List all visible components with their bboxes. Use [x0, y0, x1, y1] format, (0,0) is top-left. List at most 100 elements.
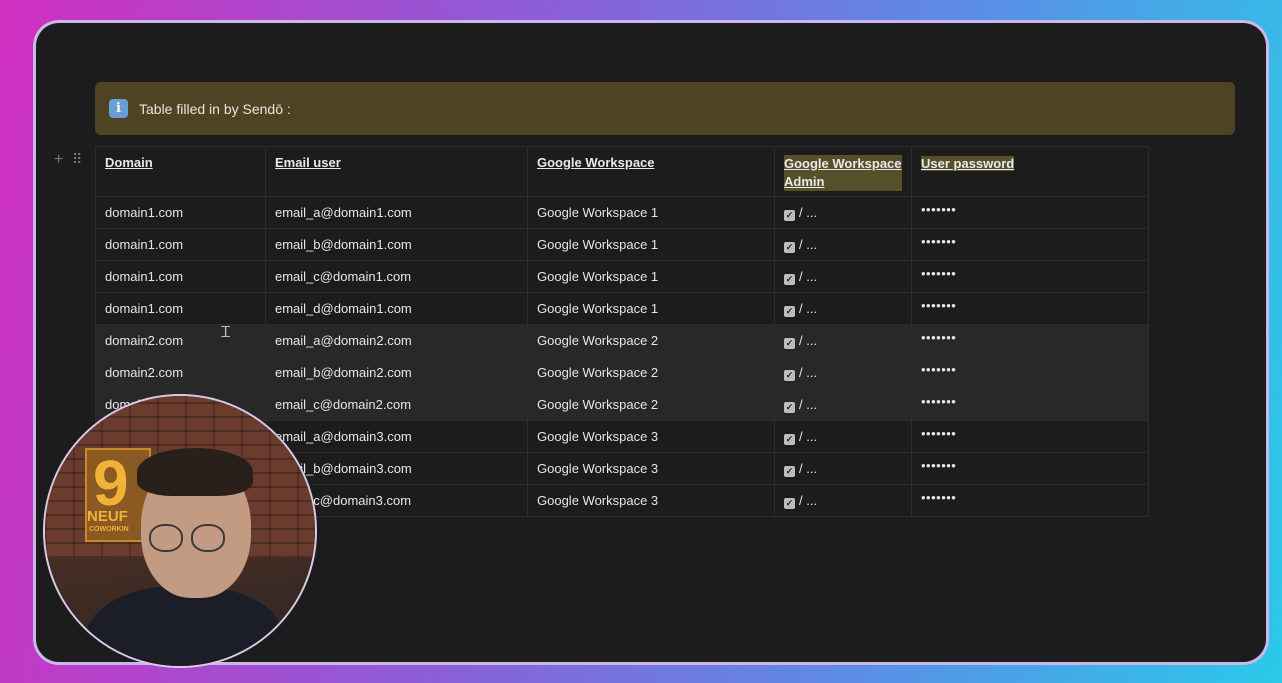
- cell-google-workspace-value: Google Workspace 2: [537, 333, 659, 348]
- cell-email-user[interactable]: email_c@domain1.com: [265, 260, 528, 293]
- cell-google-workspace[interactable]: Google Workspace 3: [527, 420, 775, 453]
- cell-domain-value: domain1.com: [105, 301, 184, 316]
- cell-workspace-admin[interactable]: ✓ / ...: [774, 452, 912, 485]
- cell-user-password[interactable]: •••••••: [911, 292, 1149, 325]
- cell-email-user-value: email_a@domain1.com: [275, 205, 412, 220]
- cell-workspace-admin-value: / ...: [799, 364, 818, 380]
- cell-user-password[interactable]: •••••••: [911, 356, 1149, 389]
- cell-user-password[interactable]: •••••••: [911, 324, 1149, 357]
- cell-user-password[interactable]: •••••••: [911, 228, 1149, 261]
- cell-workspace-admin-value: / ...: [799, 268, 818, 284]
- cell-workspace-admin-value: / ...: [799, 492, 818, 508]
- drag-handle-icon[interactable]: ⠿: [72, 151, 82, 168]
- cell-google-workspace[interactable]: Google Workspace 3: [527, 484, 775, 517]
- checkbox-icon[interactable]: ✓: [784, 369, 795, 381]
- cell-domain-value: domain1.com: [105, 269, 184, 284]
- cell-workspace-admin[interactable]: ✓ / ...: [774, 388, 912, 421]
- cell-google-workspace[interactable]: Google Workspace 3: [527, 452, 775, 485]
- table-row[interactable]: domain1.com email_b@domain1.com Google Wor…: [95, 228, 1149, 261]
- user-password-header-label: User password: [921, 156, 1015, 171]
- cell-user-password-value: •••••••: [921, 362, 957, 377]
- cell-domain[interactable]: domain1.com: [95, 292, 266, 325]
- info-icon: i: [109, 99, 128, 118]
- cell-workspace-admin[interactable]: ✓ / ...: [774, 324, 912, 357]
- add-block-icon[interactable]: +: [54, 151, 63, 169]
- cell-user-password[interactable]: •••••••: [911, 260, 1149, 293]
- column-header-domain[interactable]: Domain: [95, 146, 266, 197]
- cell-user-password[interactable]: •••••••: [911, 196, 1149, 229]
- callout-block[interactable]: i Table filled in by Sendō :: [95, 82, 1235, 135]
- checkbox-icon[interactable]: ✓: [784, 305, 795, 317]
- cell-google-workspace-value: Google Workspace 1: [537, 301, 659, 316]
- cell-user-password[interactable]: •••••••: [911, 388, 1149, 421]
- webcam-overlay: 9 NEUF COWORKIN: [43, 394, 317, 668]
- cell-google-workspace-value: Google Workspace 3: [537, 429, 659, 444]
- column-header-user-password[interactable]: User password: [911, 146, 1149, 197]
- cell-google-workspace[interactable]: Google Workspace 1: [527, 196, 775, 229]
- table-row[interactable]: domain1.com email_d@domain1.com Google Wor…: [95, 292, 1149, 325]
- column-header-workspace-admin[interactable]: Google Workspace Admin: [774, 146, 912, 197]
- cell-google-workspace-value: Google Workspace 1: [537, 237, 659, 252]
- cell-google-workspace-value: Google Workspace 1: [537, 269, 659, 284]
- column-header-google-workspace[interactable]: Google Workspace: [527, 146, 775, 197]
- cell-workspace-admin-value: / ...: [799, 332, 818, 348]
- checkbox-icon[interactable]: ✓: [784, 273, 795, 285]
- cell-domain[interactable]: domain2.com: [95, 356, 266, 389]
- cell-domain[interactable]: domain2.com: [95, 324, 266, 357]
- cell-google-workspace[interactable]: Google Workspace 1: [527, 260, 775, 293]
- cell-email-user[interactable]: email_b@domain2.com: [265, 356, 528, 389]
- checkbox-icon[interactable]: ✓: [784, 209, 795, 221]
- cell-google-workspace-value: Google Workspace 3: [537, 493, 659, 508]
- cell-google-workspace-value: Google Workspace 3: [537, 461, 659, 476]
- cell-domain-value: domain1.com: [105, 237, 184, 252]
- cell-workspace-admin[interactable]: ✓ / ...: [774, 356, 912, 389]
- table-header-row: Domain Email user Google Workspace Googl…: [95, 146, 1149, 197]
- checkbox-icon[interactable]: ✓: [784, 465, 795, 477]
- cell-google-workspace[interactable]: Google Workspace 1: [527, 228, 775, 261]
- cell-workspace-admin-value: / ...: [799, 460, 818, 476]
- table-row[interactable]: domain1.com email_a@domain1.com Google Wor…: [95, 196, 1149, 229]
- workspace-admin-header-label: Google Workspace Admin: [784, 155, 902, 191]
- cell-google-workspace[interactable]: Google Workspace 2: [527, 388, 775, 421]
- cell-user-password-value: •••••••: [921, 234, 957, 249]
- cell-email-user[interactable]: email_a@domain2.com: [265, 324, 528, 357]
- cell-google-workspace-value: Google Workspace 1: [537, 205, 659, 220]
- cell-domain-value: domain1.com: [105, 205, 184, 220]
- cell-domain[interactable]: domain1.com: [95, 260, 266, 293]
- cell-domain[interactable]: domain1.com: [95, 196, 266, 229]
- cell-email-user-value: email_c@domain1.com: [275, 269, 412, 284]
- cell-user-password[interactable]: •••••••: [911, 420, 1149, 453]
- cell-user-password-value: •••••••: [921, 426, 957, 441]
- cell-email-user-value: email_d@domain1.com: [275, 301, 412, 316]
- cell-workspace-admin[interactable]: ✓ / ...: [774, 484, 912, 517]
- column-header-email-user[interactable]: Email user: [265, 146, 528, 197]
- cell-workspace-admin-value: / ...: [799, 236, 818, 252]
- table-row[interactable]: domain2.com email_a@domain2.com Google Wor…: [95, 324, 1149, 357]
- cell-workspace-admin[interactable]: ✓ / ...: [774, 260, 912, 293]
- cell-email-user[interactable]: email_a@domain1.com: [265, 196, 528, 229]
- presenter-body: [85, 586, 285, 666]
- cell-user-password[interactable]: •••••••: [911, 452, 1149, 485]
- checkbox-icon[interactable]: ✓: [784, 241, 795, 253]
- checkbox-icon[interactable]: ✓: [784, 433, 795, 445]
- cell-workspace-admin[interactable]: ✓ / ...: [774, 196, 912, 229]
- checkbox-icon[interactable]: ✓: [784, 337, 795, 349]
- table-row[interactable]: domain2.com email_b@domain2.com Google Wor…: [95, 356, 1149, 389]
- cell-email-user[interactable]: email_b@domain1.com: [265, 228, 528, 261]
- cell-google-workspace[interactable]: Google Workspace 2: [527, 324, 775, 357]
- cell-user-password-value: •••••••: [921, 458, 957, 473]
- cell-domain[interactable]: domain1.com: [95, 228, 266, 261]
- cell-workspace-admin[interactable]: ✓ / ...: [774, 228, 912, 261]
- table-row[interactable]: domain1.com email_c@domain1.com Google Wor…: [95, 260, 1149, 293]
- checkbox-icon[interactable]: ✓: [784, 401, 795, 413]
- cell-workspace-admin[interactable]: ✓ / ...: [774, 292, 912, 325]
- cell-google-workspace[interactable]: Google Workspace 2: [527, 356, 775, 389]
- cell-user-password-value: •••••••: [921, 330, 957, 345]
- cell-workspace-admin[interactable]: ✓ / ...: [774, 420, 912, 453]
- checkbox-icon[interactable]: ✓: [784, 497, 795, 509]
- cell-google-workspace[interactable]: Google Workspace 1: [527, 292, 775, 325]
- cell-email-user[interactable]: email_d@domain1.com: [265, 292, 528, 325]
- cell-user-password-value: •••••••: [921, 490, 957, 505]
- cell-workspace-admin-value: / ...: [799, 204, 818, 220]
- cell-user-password[interactable]: •••••••: [911, 484, 1149, 517]
